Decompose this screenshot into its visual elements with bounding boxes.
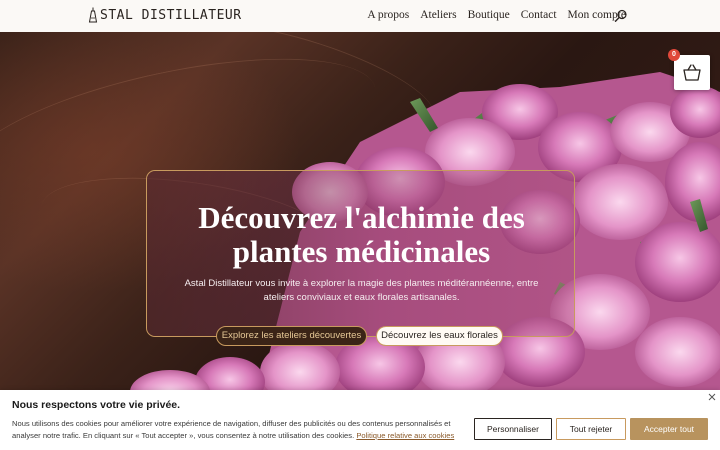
cookie-policy-link[interactable]: Politique relative aux cookies (356, 431, 454, 440)
nav-item-contact[interactable]: Contact (521, 9, 557, 21)
logo-text: STAL DISTILLATEUR (100, 7, 242, 23)
cart-button[interactable] (674, 55, 710, 90)
basket-icon (683, 64, 701, 81)
nav-item-a-propos[interactable]: A propos (367, 9, 409, 21)
close-icon[interactable] (708, 393, 716, 401)
site-logo[interactable]: STAL DISTILLATEUR (88, 7, 242, 23)
customize-cookies-button[interactable]: Personnaliser (474, 418, 552, 440)
main-nav: A propos Ateliers Boutique Contact Mon c… (367, 9, 626, 21)
cart-count-badge: 0 (668, 49, 680, 61)
explore-workshops-button[interactable]: Explorez les ateliers découvertes (216, 326, 367, 346)
hero-subtitle: Astal Distillateur vous invite à explore… (184, 278, 539, 303)
reject-all-button[interactable]: Tout rejeter (556, 418, 626, 440)
hero-title: Découvrez l'alchimie des plantes médicin… (198, 200, 525, 269)
hero-card: Découvrez l'alchimie des plantes médicin… (146, 170, 575, 337)
cookie-title: Nous respectons votre vie privée. (12, 399, 181, 411)
nav-item-ateliers[interactable]: Ateliers (420, 9, 456, 21)
search-icon[interactable] (614, 9, 628, 23)
nav-item-boutique[interactable]: Boutique (468, 9, 510, 21)
accept-all-button[interactable]: Accepter tout (630, 418, 708, 440)
site-header: STAL DISTILLATEUR A propos Ateliers Bout… (0, 0, 720, 32)
cookie-text: Nous utilisons des cookies pour améliore… (12, 418, 472, 442)
discover-floral-waters-button[interactable]: Découvrez les eaux florales (376, 326, 503, 346)
alembic-logo-icon (88, 7, 98, 23)
